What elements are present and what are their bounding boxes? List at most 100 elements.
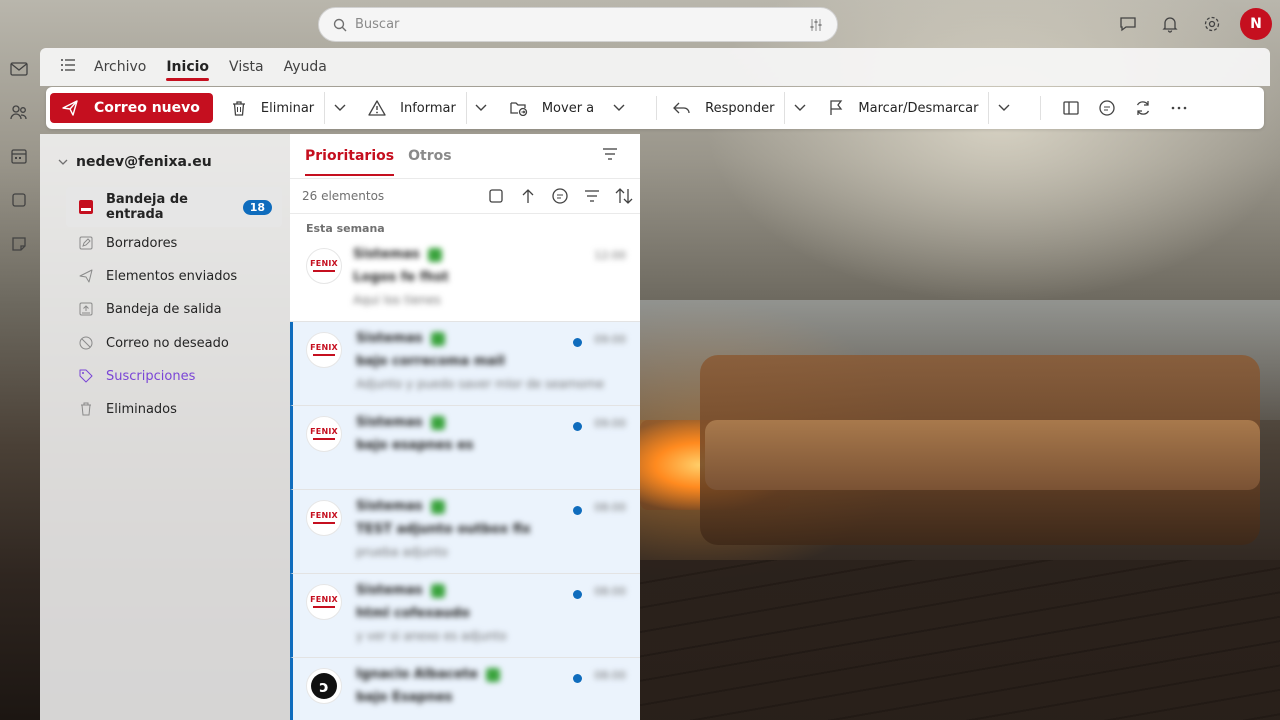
unread-dot-icon: [573, 590, 582, 599]
folder-outbox[interactable]: Bandeja de salida: [66, 299, 282, 319]
unread-dot-icon: [573, 422, 582, 431]
select-all-checkbox-icon[interactable]: [480, 182, 512, 210]
reply-label: Responder: [705, 100, 775, 116]
unread-dot-icon: [573, 338, 582, 347]
arrow-up-icon[interactable]: [512, 182, 544, 210]
reply-options-chevron-icon[interactable]: [784, 92, 814, 124]
unread-dot-icon: [573, 674, 582, 683]
message-sender: Sistemas: [353, 247, 442, 262]
sync-icon[interactable]: [1125, 92, 1161, 124]
message-item[interactable]: FENIX Sistemas 08:00 html cofexaudo y ve…: [290, 574, 640, 658]
verified-badge-icon: [430, 331, 445, 346]
flag-options-chevron-icon[interactable]: [988, 92, 1018, 124]
tab-vista[interactable]: Vista: [229, 51, 264, 83]
search-icon: [333, 18, 347, 31]
message-sender: Ignacio Albacete: [356, 667, 500, 682]
folder-inbox-label: Bandeja de entrada: [106, 192, 188, 222]
calendar-icon[interactable]: [8, 145, 30, 167]
account-header[interactable]: nedev@fenixa.eu: [58, 154, 212, 170]
folder-junk-label: Correo no deseado: [106, 335, 229, 351]
filter-icon[interactable]: [576, 182, 608, 210]
flag-button[interactable]: Marcar/Desmarcar: [824, 92, 982, 124]
tab-other[interactable]: Otros: [408, 142, 451, 170]
folder-drafts-label: Borradores: [106, 235, 178, 251]
more-options-icon[interactable]: [1161, 92, 1197, 124]
reading-pane-icon[interactable]: [1053, 92, 1089, 124]
fenix-logo-icon: FENIX: [310, 596, 338, 608]
notes-icon[interactable]: [8, 233, 30, 255]
new-mail-button[interactable]: Correo nuevo: [50, 93, 213, 123]
focused-other-tabs: Prioritarios Otros: [290, 134, 640, 178]
folder-drafts[interactable]: Borradores: [66, 233, 282, 253]
filter-lines-icon[interactable]: [602, 148, 618, 164]
report-label: Informar: [400, 100, 456, 116]
folder-outbox-label: Bandeja de salida: [106, 301, 222, 317]
item-count: 26 elementos: [302, 189, 385, 203]
app-rail: [0, 48, 40, 720]
folder-pane: nedev@fenixa.eu Bandeja de entrada 18 Bo…: [40, 134, 290, 720]
sender-avatar: FENIX: [306, 332, 342, 368]
mail-window: Archivo Inicio Vista Ayuda Correo nuevo …: [40, 48, 1270, 720]
chat-icon[interactable]: [1114, 8, 1142, 40]
message-time: 12:00: [594, 249, 626, 262]
sender-avatar: FENIX: [306, 416, 342, 452]
message-time: 08:00: [594, 669, 626, 682]
report-options-chevron-icon[interactable]: [465, 92, 496, 124]
folder-inbox[interactable]: Bandeja de entrada 18: [66, 187, 282, 227]
account-name: nedev@fenixa.eu: [76, 154, 212, 170]
send-icon: [78, 268, 94, 284]
message-item[interactable]: FENIX Sistemas 09:00 bajo correcoma mail…: [290, 322, 640, 406]
ribbon-divider-2: [1040, 96, 1042, 120]
search-input[interactable]: [355, 17, 809, 32]
block-icon: [78, 335, 94, 351]
move-to-button[interactable]: Mover a: [506, 92, 598, 124]
folder-sent[interactable]: Elementos enviados: [66, 266, 282, 286]
mail-icon[interactable]: [8, 58, 30, 80]
folder-sent-label: Elementos enviados: [106, 268, 238, 284]
outbox-icon: [78, 301, 94, 317]
sender-avatar: FENIX: [306, 584, 342, 620]
conversation-view-icon[interactable]: [544, 182, 576, 210]
message-time: 08:00: [594, 501, 626, 514]
delete-options-chevron-icon[interactable]: [324, 92, 354, 124]
people-icon[interactable]: [8, 101, 30, 123]
message-item[interactable]: ↄ Ignacio Albacete 08:00 bajo Esapnes: [290, 658, 640, 720]
tag-icon: [78, 368, 94, 384]
pencil-icon: [78, 235, 94, 251]
conversation-icon[interactable]: [1089, 92, 1125, 124]
message-sender: Sistemas: [356, 499, 445, 514]
folder-subscriptions[interactable]: Suscripciones: [66, 366, 282, 386]
tasks-icon[interactable]: [8, 189, 30, 211]
bell-icon[interactable]: [1156, 8, 1184, 40]
move-to-options-chevron-icon[interactable]: [604, 92, 634, 124]
ribbon-divider: [656, 96, 658, 120]
reply-button[interactable]: Responder: [669, 92, 778, 124]
message-item[interactable]: FENIX Sistemas 12:00 Logos fe fhst Aqui …: [290, 238, 640, 322]
message-subject: TEST adjunto outbox fix: [356, 522, 531, 537]
menu-bar: Archivo Inicio Vista Ayuda: [40, 48, 1270, 86]
fenix-logo-icon: FENIX: [310, 428, 338, 440]
menu-toggle-icon[interactable]: [60, 58, 76, 76]
message-item[interactable]: FENIX Sistemas 08:00 TEST adjunto outbox…: [290, 490, 640, 574]
tab-ayuda[interactable]: Ayuda: [284, 51, 327, 83]
report-button[interactable]: Informar: [364, 92, 460, 124]
gear-icon[interactable]: [1198, 8, 1226, 40]
message-item[interactable]: FENIX Sistemas 09:00 bajo esapnes es: [290, 406, 640, 490]
group-header: Esta semana: [306, 222, 385, 235]
verified-badge-icon: [427, 247, 442, 262]
tab-inicio[interactable]: Inicio: [166, 51, 209, 83]
search-box[interactable]: [318, 7, 838, 42]
search-options-icon[interactable]: [809, 18, 823, 32]
tab-archivo[interactable]: Archivo: [94, 51, 146, 83]
tab-focused[interactable]: Prioritarios: [305, 142, 395, 176]
trash-icon: [232, 101, 245, 116]
message-sender: Sistemas: [356, 331, 445, 346]
message-time: 08:00: [594, 585, 626, 598]
contact-logo-icon: ↄ: [311, 673, 337, 699]
user-avatar[interactable]: N: [1240, 8, 1272, 40]
sort-icon[interactable]: [608, 182, 640, 210]
delete-button[interactable]: Eliminar: [227, 92, 318, 124]
message-preview: Aqui los tienes: [353, 293, 441, 307]
folder-deleted[interactable]: Eliminados: [66, 399, 282, 419]
folder-junk[interactable]: Correo no deseado: [66, 333, 282, 353]
